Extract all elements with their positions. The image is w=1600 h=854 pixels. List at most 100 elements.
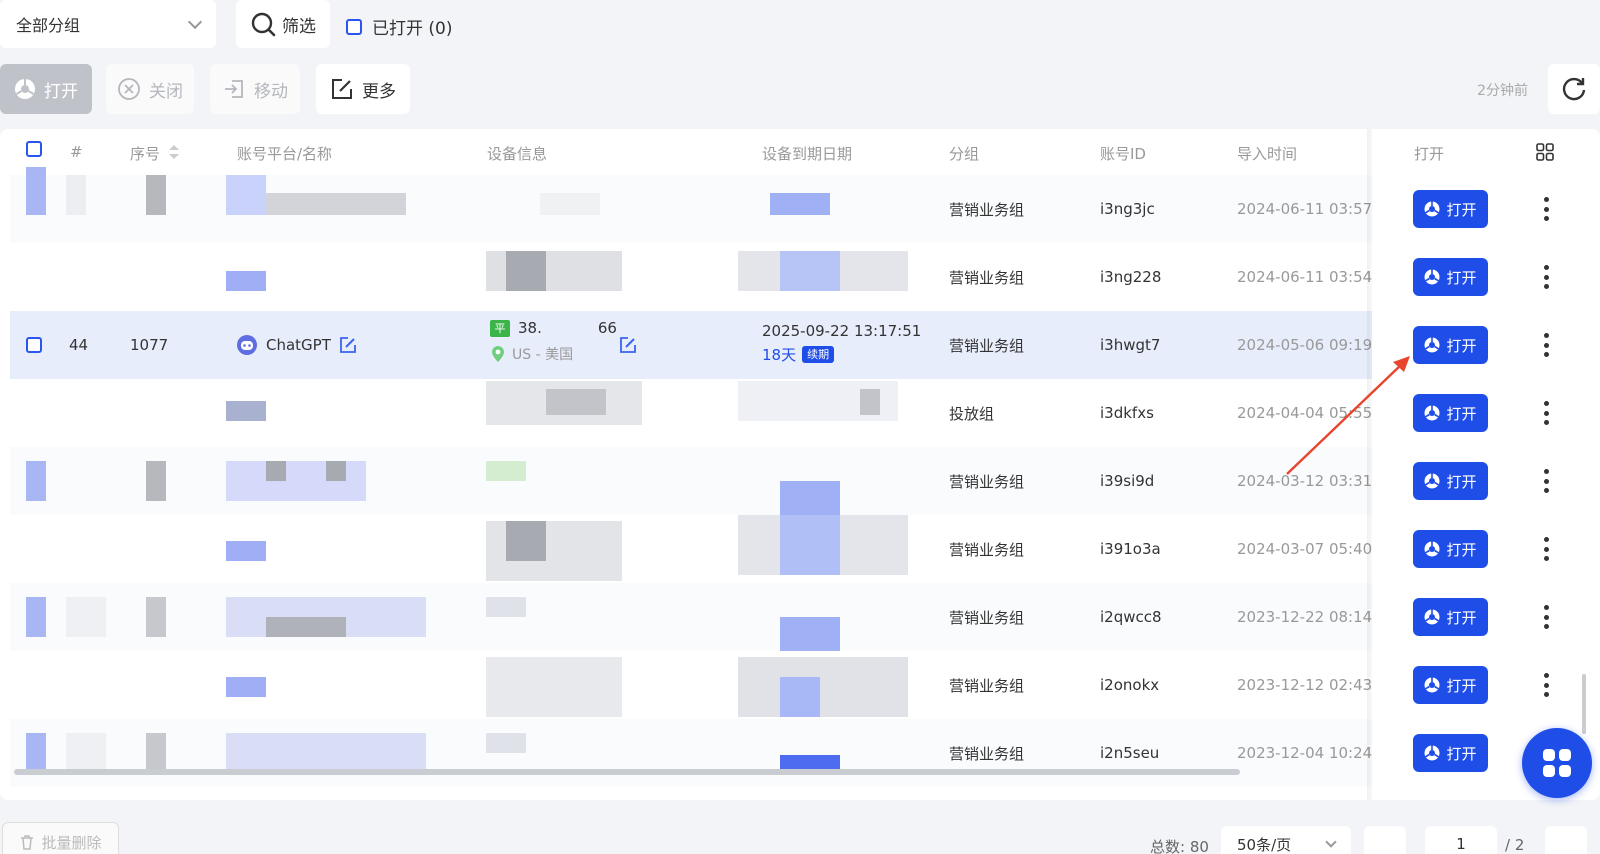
account-id-cell: i2n5seu [1100, 744, 1160, 762]
close-button[interactable]: 关闭 [106, 64, 194, 114]
expire-days: 18天 [762, 345, 797, 364]
renew-badge[interactable]: 续期 [802, 345, 835, 363]
bulk-delete-label: 批量删除 [41, 833, 102, 852]
row-open-button[interactable]: 打开 [1413, 394, 1488, 432]
opened-checkbox[interactable] [346, 18, 362, 35]
row-checkbox[interactable] [26, 337, 42, 353]
browser-icon [15, 79, 35, 99]
row-more-menu-icon[interactable] [1543, 333, 1549, 357]
filter-label: 筛选 [282, 16, 316, 37]
import-time-cell: 2023-12-22 08:14: [1237, 608, 1378, 626]
next-page-button[interactable] [1545, 826, 1587, 854]
open-selected-label: 打开 [44, 81, 78, 102]
row-more-menu-icon[interactable] [1543, 265, 1549, 289]
floating-apps-button[interactable] [1522, 728, 1592, 798]
table-row[interactable]: 营销业务组 i391o3a 2024-03-07 05:40: [10, 515, 1590, 583]
edit-icon[interactable] [339, 336, 357, 354]
move-label: 移动 [254, 81, 288, 102]
group-select[interactable]: 全部分组 [0, 0, 216, 48]
page-number-input[interactable]: 1 [1425, 826, 1497, 854]
table-row[interactable]: 营销业务组 i2qwcc8 2023-12-22 08:14: [10, 583, 1590, 651]
toolbar: 打开 关闭 移动 更多 2分钟前 [0, 64, 1600, 114]
group-cell: 营销业务组 [949, 540, 1025, 559]
sort-icon[interactable] [168, 144, 180, 164]
refresh-icon [1562, 77, 1586, 101]
row-open-button[interactable]: 打开 [1413, 190, 1488, 228]
row-open-label: 打开 [1446, 336, 1477, 355]
horizontal-scrollbar[interactable] [14, 769, 1240, 775]
row-more-menu-icon[interactable] [1543, 673, 1549, 697]
select-all-checkbox[interactable] [26, 141, 42, 157]
refresh-button[interactable] [1548, 64, 1600, 114]
close-circle-icon [118, 78, 140, 100]
account-id-cell: i2qwcc8 [1100, 608, 1162, 626]
group-cell: 营销业务组 [949, 608, 1025, 627]
row-more-menu-icon[interactable] [1543, 605, 1549, 629]
row-open-button[interactable]: 打开 [1413, 462, 1488, 500]
header-expire: 设备到期日期 [762, 145, 853, 163]
row-open-button[interactable]: 打开 [1413, 598, 1488, 636]
table-row[interactable]: 投放组 i3dkfxs 2024-04-04 05:55: [10, 379, 1590, 447]
row-open-label: 打开 [1446, 744, 1477, 763]
row-open-label: 打开 [1446, 404, 1477, 423]
open-selected-button[interactable]: 打开 [0, 64, 92, 114]
prev-page-button[interactable] [1364, 826, 1406, 854]
page-size-select[interactable]: 50条/页 [1221, 826, 1351, 854]
browser-icon [1424, 745, 1440, 761]
location-pin-icon [492, 346, 504, 362]
row-more-menu-icon[interactable] [1543, 537, 1549, 561]
expire-date: 2025-09-22 13:17:51 [762, 322, 922, 340]
header-account-id: 账号ID [1100, 145, 1146, 163]
row-open-label: 打开 [1446, 540, 1477, 559]
group-cell: 营销业务组 [949, 268, 1025, 287]
group-select-value: 全部分组 [16, 16, 81, 35]
browser-icon [1424, 337, 1440, 353]
row-open-button[interactable]: 打开 [1413, 530, 1488, 568]
table-row[interactable]: 营销业务组 i39si9d 2024-03-12 03:31: [10, 447, 1590, 515]
import-time-cell: 2024-03-12 03:31: [1237, 472, 1378, 490]
edit-icon[interactable] [619, 336, 637, 354]
chevron-down-icon [1325, 835, 1337, 848]
column-settings-icon[interactable] [1536, 143, 1554, 161]
more-button[interactable]: 更多 [316, 64, 410, 114]
table-header: # 序号 账号平台/名称 设备信息 设备到期日期 分组 账号ID 导入时间 [0, 129, 1600, 175]
row-open-label: 打开 [1446, 472, 1477, 491]
device-ip-tail: 66 [597, 319, 617, 337]
edit-icon [332, 79, 352, 99]
page-size-value: 50条/页 [1237, 835, 1292, 854]
apps-grid-icon [1543, 749, 1571, 777]
last-updated: 2分钟前 [1477, 83, 1528, 99]
row-open-button[interactable]: 打开 [1413, 326, 1488, 364]
table-row[interactable]: 营销业务组 i3ng228 2024-06-11 03:54: [10, 243, 1590, 311]
header-open: 打开 [1414, 145, 1445, 163]
top-filter-row: 全部分组 筛选 已打开 (0) [0, 0, 1600, 48]
table-row[interactable]: 营销业务组 i3ng3jc 2024-06-11 03:57: [10, 167, 1590, 243]
index-cell: 44 [69, 336, 89, 354]
import-time-cell: 2024-06-11 03:54: [1237, 268, 1378, 286]
table-row[interactable]: 营销业务组 i2onokx 2023-12-12 02:43: [10, 651, 1590, 719]
filter-button[interactable]: 筛选 [236, 0, 330, 48]
opened-filter-toggle[interactable]: 已打开 (0) [346, 14, 452, 39]
close-label: 关闭 [149, 81, 183, 102]
row-more-menu-icon[interactable] [1543, 197, 1549, 221]
row-open-button[interactable]: 打开 [1413, 666, 1488, 704]
row-open-button[interactable]: 打开 [1413, 258, 1488, 296]
chevron-down-icon [187, 14, 203, 29]
header-group: 分组 [949, 145, 980, 163]
account-id-cell: i2onokx [1100, 676, 1160, 694]
row-open-button[interactable]: 打开 [1413, 734, 1488, 772]
import-time-cell: 2023-12-04 10:24: [1237, 744, 1378, 762]
account-id-cell: i3ng3jc [1100, 200, 1155, 218]
row-more-menu-icon[interactable] [1543, 401, 1549, 425]
table-row[interactable]: 营销业务组 i2n5seu 2023-12-04 10:24: [10, 719, 1590, 787]
bulk-delete-button[interactable]: 批量删除 [2, 822, 119, 854]
move-button[interactable]: 移动 [210, 64, 300, 114]
row-more-menu-icon[interactable] [1543, 469, 1549, 493]
vertical-scrollbar[interactable] [1582, 674, 1586, 734]
browser-icon [1424, 269, 1440, 285]
search-icon [251, 12, 276, 37]
table-row-highlighted[interactable]: 44 1077 ChatGPT 平 38. 66 US - 美国 2025-09… [10, 311, 1590, 379]
browser-icon [1424, 609, 1440, 625]
move-icon [225, 80, 243, 98]
header-seq[interactable]: 序号 [130, 143, 160, 164]
